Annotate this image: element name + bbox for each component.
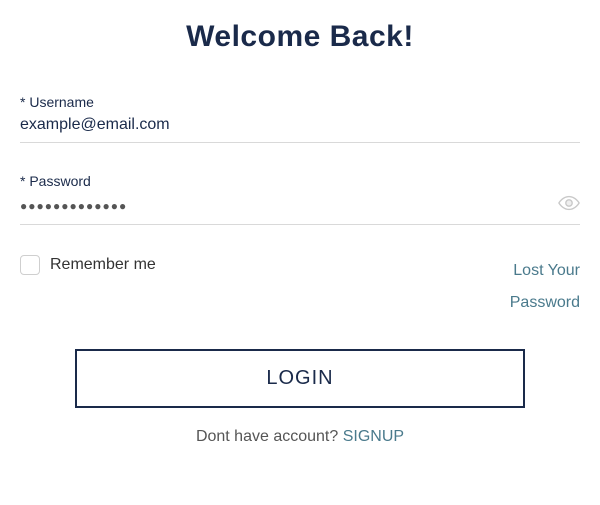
page-title: Welcome Back! — [20, 20, 580, 54]
password-input[interactable]: ●●●●●●●●●●●●● — [20, 199, 558, 213]
remember-label: Remember me — [50, 256, 156, 274]
password-field-group: * Password ●●●●●●●●●●●●● — [20, 173, 580, 225]
remember-me-toggle[interactable]: Remember me — [20, 255, 156, 275]
signup-link[interactable]: SIGNUP — [343, 428, 404, 445]
password-label: * Password — [20, 173, 580, 189]
eye-icon[interactable] — [558, 195, 580, 216]
signup-prompt: Dont have account? — [196, 428, 343, 445]
options-row: Remember me Lost Your Password — [20, 255, 580, 319]
username-input[interactable] — [20, 116, 552, 134]
lost-password-link[interactable]: Lost Your Password — [440, 255, 580, 319]
login-button[interactable]: LOGIN — [75, 349, 525, 408]
remember-checkbox[interactable] — [20, 255, 40, 275]
username-label: * Username — [20, 94, 580, 110]
signup-row: Dont have account? SIGNUP — [20, 428, 580, 446]
username-field-group: * Username — [20, 94, 580, 143]
